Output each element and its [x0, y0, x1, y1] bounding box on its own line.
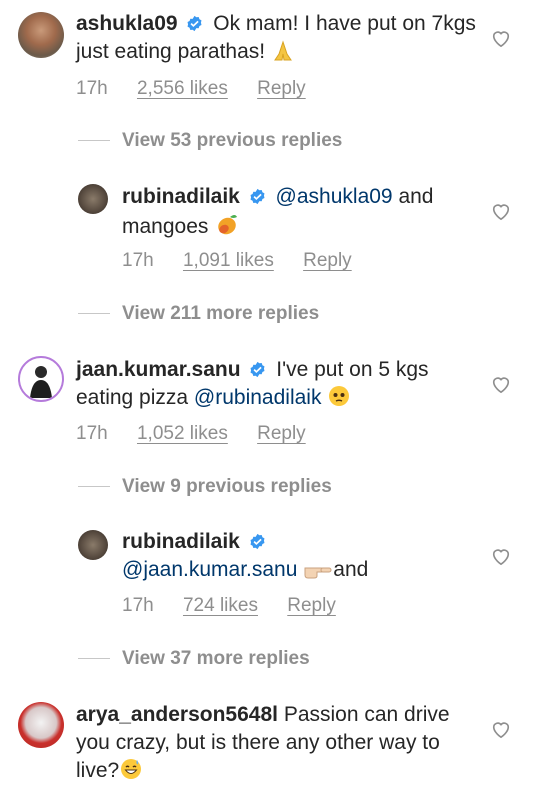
- username[interactable]: ashukla09: [76, 12, 178, 35]
- pointing-hand-emoji: [303, 560, 333, 588]
- view-replies-button[interactable]: View 9 previous replies: [78, 476, 332, 500]
- view-replies-button[interactable]: View 37 more replies: [78, 648, 310, 672]
- mango-emoji: [214, 211, 240, 245]
- heart-outline-icon[interactable]: [490, 28, 512, 48]
- username[interactable]: rubinadilaik: [122, 185, 240, 208]
- avatar-jaan-kumar-sanu[interactable]: [18, 356, 64, 402]
- reply-link[interactable]: Reply: [303, 250, 352, 271]
- comment-meta: 17h 724 likes Reply: [122, 595, 360, 619]
- likes-link[interactable]: 1,052 likes: [137, 423, 228, 444]
- heart-outline-icon[interactable]: [490, 546, 512, 566]
- reply-link[interactable]: Reply: [257, 423, 306, 444]
- timestamp: 17h: [122, 595, 154, 616]
- reply-link[interactable]: Reply: [287, 595, 336, 616]
- comment-meta: 17h 1,091 likes Reply: [122, 250, 376, 274]
- divider: [78, 313, 110, 315]
- avatar-arya-anderson[interactable]: [18, 702, 64, 748]
- verified-badge-icon: [250, 188, 265, 205]
- divider: [78, 486, 110, 488]
- likes-link[interactable]: 724 likes: [183, 595, 258, 616]
- comment-meta: 17h 2,556 likes Reply: [76, 78, 330, 102]
- likes-link[interactable]: 2,556 likes: [137, 78, 228, 99]
- divider: [78, 140, 110, 142]
- likes-link[interactable]: 1,091 likes: [183, 250, 274, 271]
- timestamp: 17h: [122, 250, 154, 271]
- pleading-face-emoji: [327, 384, 351, 416]
- heart-outline-icon[interactable]: [490, 374, 512, 394]
- comment-body: ashukla09 Ok mam! I have put on 7kgs jus…: [76, 10, 476, 70]
- username[interactable]: arya_anderson5648l: [76, 703, 278, 726]
- reply-link[interactable]: Reply: [257, 78, 306, 99]
- grinning-sweat-emoji: [119, 757, 143, 789]
- comment-body: jaan.kumar.sanu I've put on 5 kgs eating…: [76, 356, 476, 416]
- verified-badge-icon: [250, 533, 265, 550]
- comment-body: rubinadilaik @ashukla09 and mangoes: [122, 183, 462, 245]
- comment-body: rubinadilaik @jaan.kumar.sanu and: [122, 528, 462, 588]
- divider: [78, 658, 110, 660]
- avatar-ashukla09[interactable]: [18, 12, 64, 58]
- verified-badge-icon: [187, 15, 202, 32]
- mention-link[interactable]: @rubinadilaik: [194, 386, 322, 409]
- avatar-rubinadilaik[interactable]: [78, 530, 108, 560]
- comment-body: arya_anderson5648l Passion can drive you…: [76, 701, 476, 789]
- username[interactable]: jaan.kumar.sanu: [76, 358, 241, 381]
- view-replies-button[interactable]: View 211 more replies: [78, 303, 319, 327]
- timestamp: 17h: [76, 78, 108, 99]
- avatar-rubinadilaik[interactable]: [78, 184, 108, 214]
- timestamp: 17h: [76, 423, 108, 444]
- mention-link[interactable]: @jaan.kumar.sanu: [122, 558, 297, 581]
- heart-outline-icon[interactable]: [490, 719, 512, 739]
- praying-hands-emoji: [271, 40, 295, 70]
- comment-meta: 17h 1,052 likes Reply: [76, 423, 330, 447]
- person-silhouette-icon: [30, 366, 52, 398]
- username[interactable]: rubinadilaik: [122, 530, 240, 553]
- mention-link[interactable]: @ashukla09: [276, 185, 393, 208]
- heart-outline-icon[interactable]: [490, 201, 512, 221]
- comment-text: and: [333, 558, 369, 581]
- view-replies-button[interactable]: View 53 previous replies: [78, 130, 342, 154]
- verified-badge-icon: [250, 361, 265, 378]
